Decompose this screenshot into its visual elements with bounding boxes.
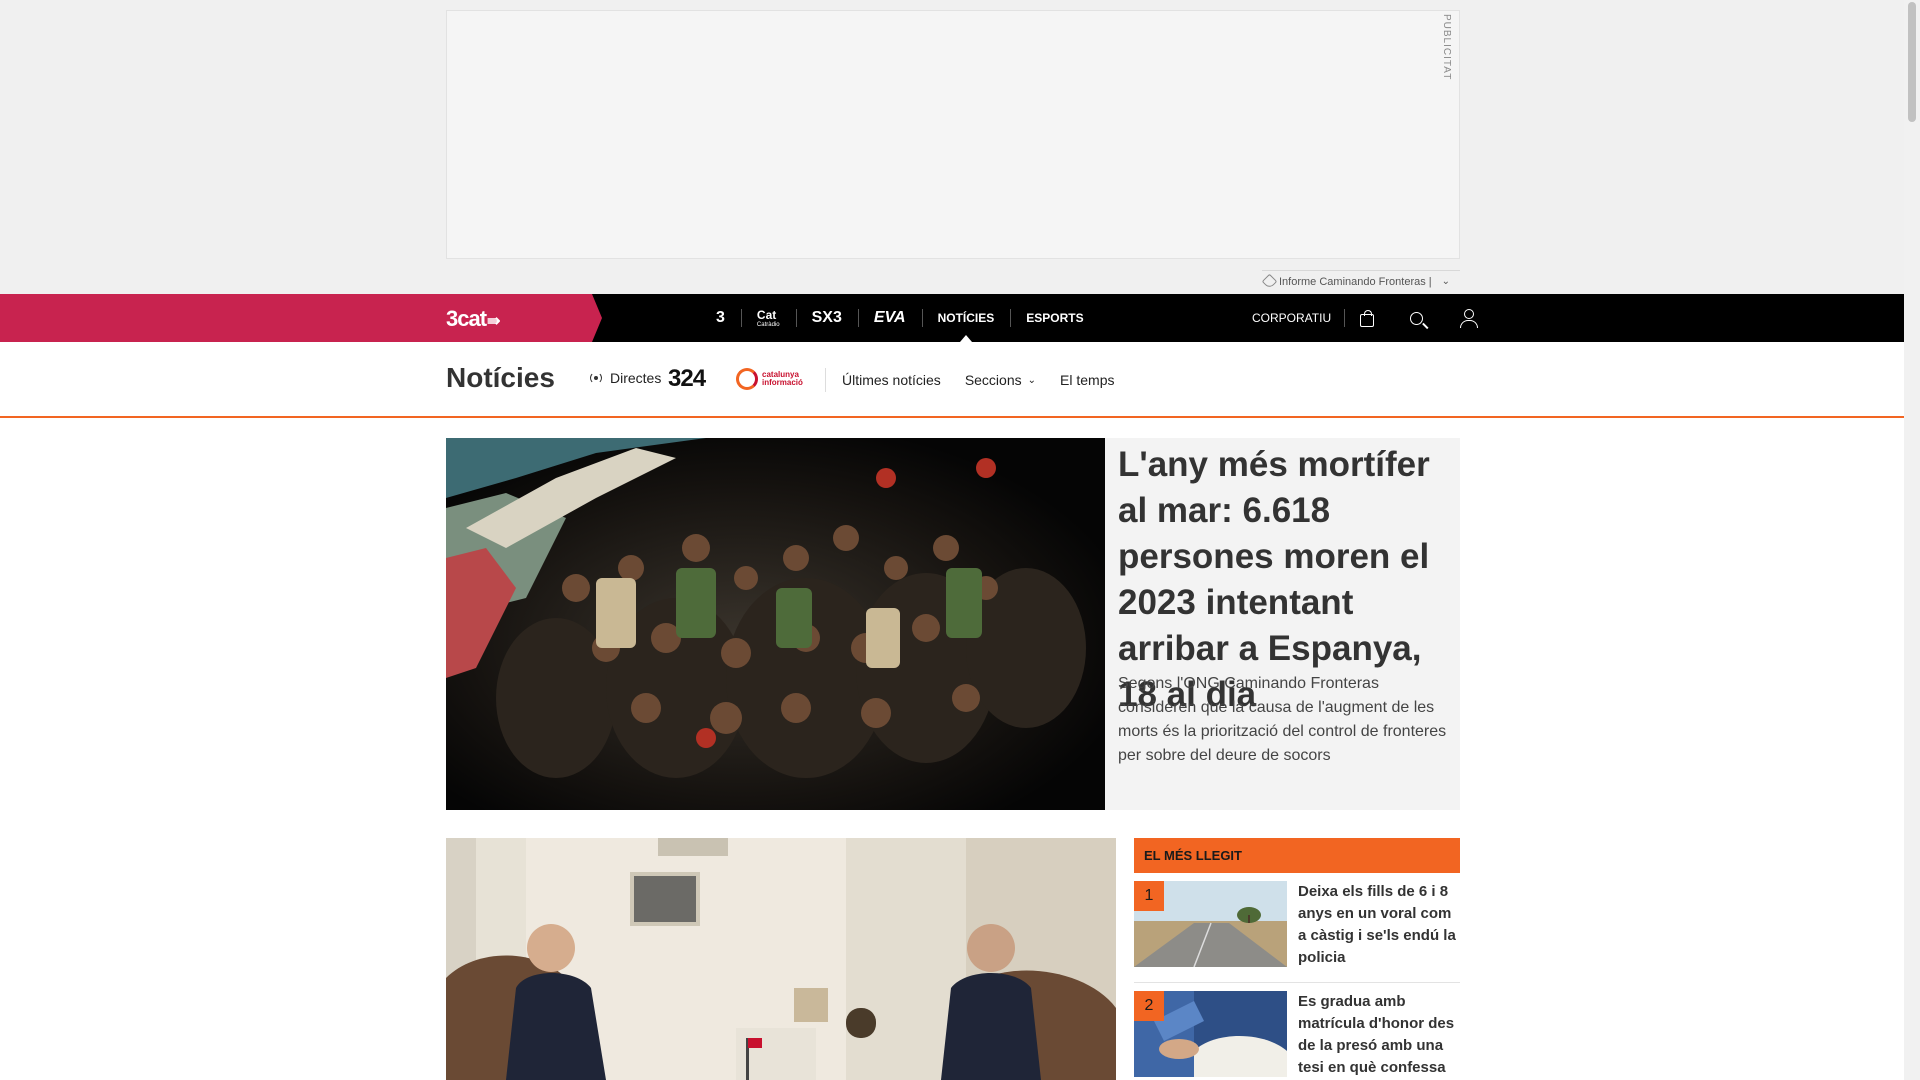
section-links: Últimes notícies Seccions ⌄ El temps [842, 372, 1138, 388]
most-read-title[interactable]: Es gradua amb matrícula d'honor des de l… [1298, 991, 1458, 1079]
eva-logo-icon: EVA [873, 309, 906, 326]
hero-article[interactable]: L'any més mortífer al mar: 6.618 persone… [446, 438, 1460, 810]
search-icon[interactable] [1410, 311, 1423, 325]
most-read-heading: EL MÉS LLEGIT [1134, 838, 1460, 873]
channel-eva[interactable]: EVA [857, 294, 922, 342]
channel-list: 3 Cat Catràdio SX3 EVA NOTÍCIES ESPORTS [700, 294, 1100, 342]
catradio-logo-text: Cat [756, 308, 777, 322]
live-icon [590, 372, 602, 384]
brand-logo-text: 3cat [446, 306, 487, 331]
top-icons [1344, 294, 1478, 342]
hero-photo-migrants-boat [446, 438, 1105, 810]
scrollbar-thumb[interactable] [1908, 2, 1916, 122]
ad-band: PUBLICITAT Informe Caminando Fronteras |… [0, 0, 1904, 294]
logo-catalunya-informacio[interactable]: catalunya informació [736, 368, 822, 390]
channel-sx3[interactable]: SX3 [795, 294, 858, 342]
logo-324[interactable]: 324 [668, 365, 706, 393]
divider [825, 368, 826, 392]
catradio-logo-icon: Cat Catràdio [757, 308, 780, 328]
catradio-sub: Catràdio [756, 322, 780, 328]
ad-report-link[interactable]: Informe Caminando Fronteras | ⌄ [1261, 270, 1460, 292]
section-title[interactable]: Notícies [446, 362, 555, 394]
ad-label: PUBLICITAT [1441, 14, 1452, 81]
secondary-article-photo [446, 838, 1116, 1080]
brand-block [0, 294, 602, 342]
brand-logo[interactable]: 3cat⇛ [446, 306, 500, 332]
nav-corporatiu[interactable]: CORPORATIU [1252, 294, 1331, 342]
tag-icon [1261, 273, 1278, 290]
hero-subtitle: Segons l'ONG Caminando Fronteras conside… [1118, 675, 1447, 764]
link-seccions[interactable]: Seccions [965, 372, 1022, 388]
logo-324-text: 324 [668, 365, 706, 392]
tv3-logo-icon: 3 [716, 309, 725, 326]
chevron-down-icon[interactable]: ⌄ [1442, 276, 1450, 287]
list-item[interactable]: 2 Es gradua amb matrícula d'honor des de… [1134, 983, 1460, 1080]
section-bar: Notícies Directes 324 catalunya informac… [0, 342, 1904, 418]
channel-catradio[interactable]: Cat Catràdio [740, 294, 796, 342]
brand-arrow-icon: ⇛ [487, 313, 500, 330]
ad-report-text: Informe Caminando Fronteras | [1279, 275, 1432, 288]
rank-number: 1 [1134, 881, 1164, 911]
rank-number: 2 [1134, 991, 1164, 1021]
sx3-logo-icon: SX3 [811, 309, 842, 326]
catinfo-circle-icon [736, 368, 758, 390]
link-ultimes-noticies[interactable]: Últimes notícies [842, 372, 941, 388]
logo-catinfo-text: catalunya informació [762, 370, 803, 387]
directes-label: Directes [610, 370, 662, 386]
top-navigation: 3cat⇛ 3 Cat Catràdio SX3 EVA NOTÍCIES ESP… [0, 294, 1904, 342]
link-el-temps[interactable]: El temps [1060, 372, 1114, 388]
secondary-article-image[interactable] [446, 838, 1116, 1080]
channel-tv3[interactable]: 3 [700, 294, 741, 342]
most-read-title[interactable]: Deixa els fills de 6 i 8 anys en un vora… [1298, 881, 1458, 969]
list-item[interactable]: 1 Deixa els fills de 6 i 8 anys en un vo… [1134, 873, 1460, 983]
vertical-scrollbar[interactable] [1904, 0, 1920, 1080]
user-icon[interactable] [1459, 309, 1478, 328]
directes-link[interactable]: Directes [590, 370, 661, 386]
page: PUBLICITAT Informe Caminando Fronteras |… [0, 0, 1920, 1080]
chevron-down-icon[interactable]: ⌄ [1028, 375, 1036, 386]
nav-esports[interactable]: ESPORTS [1010, 294, 1099, 342]
nav-noticies[interactable]: NOTÍCIES [921, 294, 1011, 342]
shopping-bag-icon[interactable] [1360, 309, 1374, 327]
most-read-panel: EL MÉS LLEGIT 1 Deixa els fills de 6 i 8… [1134, 838, 1460, 1080]
hero-image[interactable] [446, 438, 1105, 810]
ad-slot[interactable] [446, 10, 1460, 259]
